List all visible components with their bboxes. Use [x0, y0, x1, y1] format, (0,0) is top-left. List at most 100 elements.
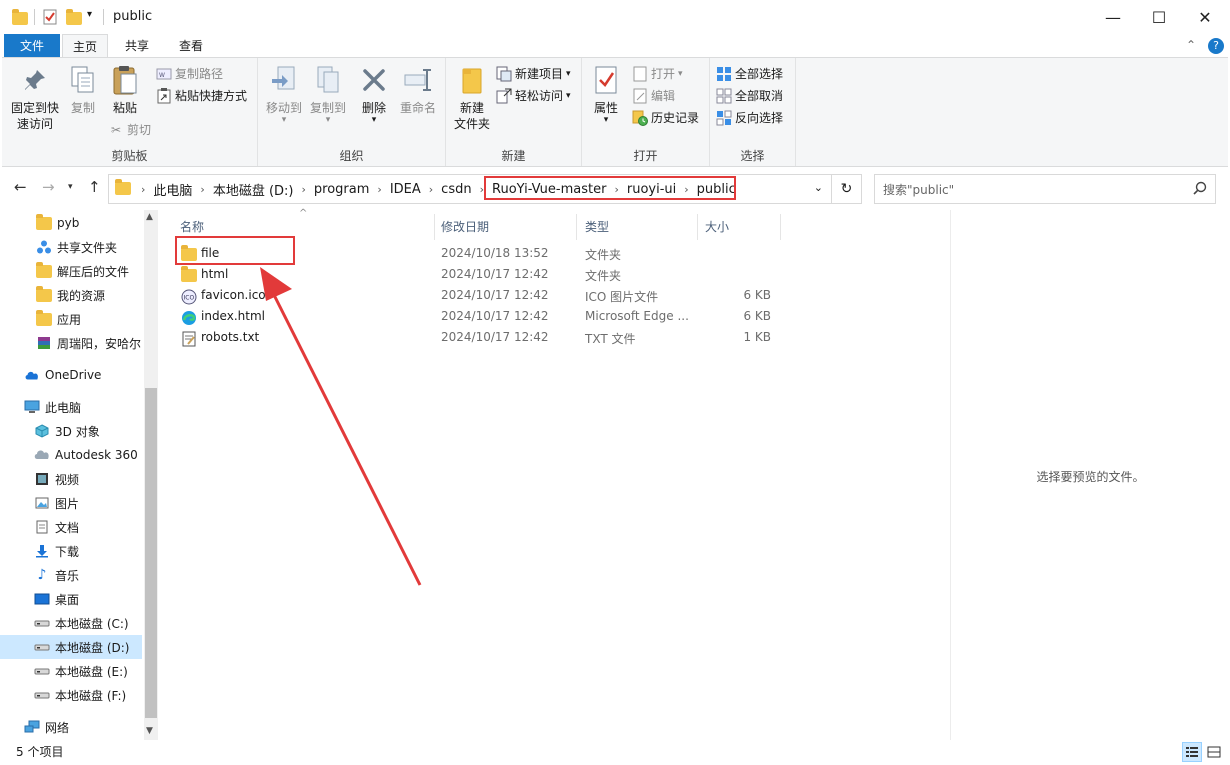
back-arrow-icon[interactable]: ← — [14, 178, 27, 196]
rename-button[interactable]: 重命名 — [396, 64, 440, 116]
cut-button[interactable]: ✂ 剪切 — [108, 120, 151, 140]
move-to-button[interactable]: 移动到 ▾ — [262, 64, 306, 125]
copy-label: 复制 — [70, 101, 95, 115]
nav-item-my-resources[interactable]: 我的资源 — [0, 283, 142, 307]
tab-view[interactable]: 查看 — [168, 34, 214, 58]
search-box[interactable]: 搜索"public" — [874, 174, 1216, 204]
nav-item-documents[interactable]: 文档 — [0, 515, 142, 539]
large-icons-view-button[interactable] — [1204, 742, 1224, 762]
copy-path-label: 复制路径 — [175, 67, 224, 81]
nav-label: 本地磁盘 (D:) — [55, 640, 130, 655]
minimize-button[interactable]: — — [1090, 0, 1136, 34]
nav-item-network[interactable]: 网络 — [0, 715, 142, 739]
crumb-idea[interactable]: IDEA — [384, 182, 427, 197]
navigation-pane: pyb 共享文件夹 解压后的文件 我的资源 应用 周瑞阳，安哈尔 OneDriv… — [0, 210, 160, 740]
history-button[interactable]: 历史记录 — [632, 108, 699, 128]
forward-arrow-icon[interactable]: → — [42, 178, 55, 196]
drive-icon — [34, 663, 50, 679]
nav-item-drive-d[interactable]: 本地磁盘 (D:) — [0, 635, 142, 659]
nav-item-extracted[interactable]: 解压后的文件 — [0, 259, 142, 283]
column-header-date[interactable]: 修改日期 — [441, 214, 489, 240]
chevron-right-icon[interactable]: › — [375, 183, 383, 196]
nav-item-videos[interactable]: 视频 — [0, 467, 142, 491]
nav-label: 视频 — [55, 472, 80, 487]
column-separator[interactable] — [434, 214, 435, 240]
column-separator[interactable] — [576, 214, 577, 240]
tab-share[interactable]: 共享 — [114, 34, 160, 58]
paste-shortcut-button[interactable]: 粘贴快捷方式 — [156, 86, 247, 106]
close-button[interactable]: ✕ — [1182, 0, 1228, 34]
nav-label: 共享文件夹 — [57, 240, 118, 255]
chevron-right-icon[interactable]: › — [300, 183, 308, 196]
search-icon[interactable] — [1193, 181, 1207, 198]
crumb-drive-d[interactable]: 本地磁盘 (D:) — [207, 180, 300, 199]
edit-button[interactable]: 编辑 — [632, 86, 675, 106]
scroll-up-icon[interactable]: ▲ — [146, 212, 153, 222]
crumb-this-pc[interactable]: 此电脑 — [147, 180, 198, 199]
copy-path-button[interactable]: W 复制路径 — [156, 64, 223, 84]
easy-access-button[interactable]: 轻松访问 ▾ — [496, 86, 571, 106]
new-folder-quick-icon[interactable] — [66, 9, 82, 25]
select-none-button[interactable]: 全部取消 — [716, 86, 783, 106]
tab-file[interactable]: 文件 — [4, 34, 60, 58]
chevron-right-icon[interactable]: › — [427, 183, 435, 196]
paste-button[interactable]: 粘贴 — [106, 64, 144, 116]
column-separator[interactable] — [697, 214, 698, 240]
properties-button[interactable]: 属性 ▾ — [586, 64, 626, 125]
open-button[interactable]: 打开 ▾ — [632, 64, 683, 84]
nav-item-onedrive[interactable]: OneDrive — [0, 363, 142, 387]
properties-check-icon[interactable] — [42, 9, 58, 25]
scroll-down-icon[interactable]: ▼ — [146, 726, 153, 736]
new-item-button[interactable]: 新建项目 ▾ — [496, 64, 571, 84]
nav-item-apps[interactable]: 应用 — [0, 307, 142, 331]
scrollbar-thumb[interactable] — [145, 388, 157, 718]
up-arrow-icon[interactable]: ↑ — [88, 178, 101, 196]
nav-item-3d-objects[interactable]: 3D 对象 — [0, 419, 142, 443]
pin-quick-access-button[interactable]: 固定到快 速访问 — [6, 64, 64, 132]
nav-item-downloads[interactable]: 下载 — [0, 539, 142, 563]
nav-label: 本地磁盘 (C:) — [55, 616, 129, 631]
details-view-button[interactable] — [1182, 742, 1202, 762]
nav-item-pictures[interactable]: 图片 — [0, 491, 142, 515]
nav-item-shared-folder[interactable]: 共享文件夹 — [0, 235, 142, 259]
address-history-icon[interactable]: ⌄ — [814, 181, 823, 194]
nav-item-autodesk[interactable]: Autodesk 360 — [0, 443, 142, 467]
copy-to-button[interactable]: 复制到 ▾ — [306, 64, 350, 125]
select-all-button[interactable]: 全部选择 — [716, 64, 783, 84]
svg-text:W: W — [159, 72, 165, 79]
nav-item-desktop[interactable]: 桌面 — [0, 587, 142, 611]
nav-item-winrar-file[interactable]: 周瑞阳，安哈尔 — [0, 331, 142, 355]
nav-item-drive-f[interactable]: 本地磁盘 (F:) — [0, 683, 142, 707]
nav-item-drive-c[interactable]: 本地磁盘 (C:) — [0, 611, 142, 635]
nav-label: 音乐 — [55, 568, 80, 583]
nav-scrollbar[interactable]: ▲ ▼ — [144, 210, 158, 740]
nav-label: 3D 对象 — [55, 424, 100, 439]
nav-item-pyb[interactable]: pyb — [0, 211, 142, 235]
invert-selection-button[interactable]: 反向选择 — [716, 108, 783, 128]
clipboard-group-label: 剪贴板 — [111, 149, 148, 163]
column-header-size[interactable]: 大小 — [705, 214, 729, 240]
chevron-right-icon[interactable]: › — [198, 183, 206, 196]
collapse-ribbon-icon[interactable]: ⌃ — [1186, 38, 1196, 52]
nav-item-music[interactable]: ♪ 音乐 — [0, 563, 142, 587]
autodesk-icon — [34, 447, 50, 463]
nav-item-drive-e[interactable]: 本地磁盘 (E:) — [0, 659, 142, 683]
winrar-icon — [36, 335, 52, 351]
file-type: Microsoft Edge ... — [585, 309, 689, 323]
copy-button[interactable]: 复制 — [64, 64, 102, 116]
column-header-type[interactable]: 类型 — [585, 214, 609, 240]
recent-locations-icon[interactable]: ▾ — [68, 182, 73, 192]
tab-home[interactable]: 主页 — [62, 34, 108, 58]
delete-button[interactable]: 删除 ▾ — [354, 64, 394, 125]
column-separator[interactable] — [780, 214, 781, 240]
refresh-button[interactable]: ↻ — [832, 174, 862, 204]
paste-shortcut-icon — [156, 88, 172, 104]
nav-item-this-pc[interactable]: 此电脑 — [0, 395, 142, 419]
customize-quick-access-icon[interactable]: ▾ — [87, 9, 92, 20]
crumb-csdn[interactable]: csdn — [435, 182, 477, 197]
network-icon — [24, 719, 40, 735]
new-folder-button[interactable]: 新建 文件夹 — [450, 64, 494, 132]
help-icon[interactable]: ? — [1208, 38, 1224, 54]
crumb-program[interactable]: program — [308, 182, 376, 197]
maximize-button[interactable]: ☐ — [1136, 0, 1182, 34]
